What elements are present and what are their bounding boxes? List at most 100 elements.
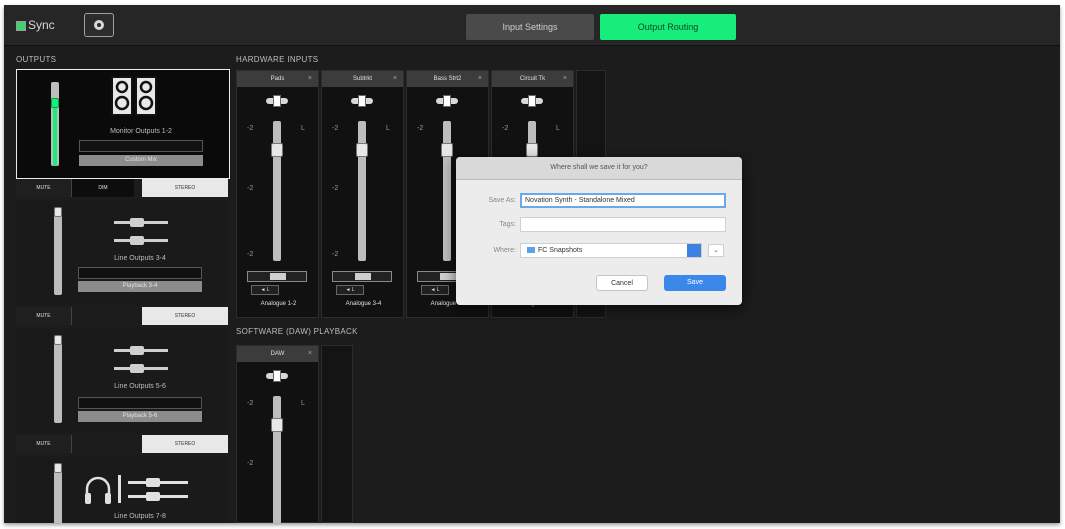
scale-label: -2	[332, 251, 339, 258]
close-icon[interactable]: ×	[393, 71, 397, 87]
tab-output-routing[interactable]: Output Routing	[600, 14, 736, 40]
channel-fader-track[interactable]	[443, 121, 451, 261]
channel-fader-track[interactable]	[273, 121, 281, 261]
pan-control[interactable]	[266, 95, 288, 107]
save-as-input[interactable]: Novation Synth - Standalone Mixed	[520, 193, 726, 208]
channel-mute-solo[interactable]	[247, 271, 307, 282]
output-fader-track[interactable]	[54, 339, 62, 423]
pan-knob[interactable]	[528, 95, 536, 107]
output-3-buttons: MUTE STEREO	[16, 435, 228, 453]
pan-control[interactable]	[266, 370, 288, 382]
gear-icon	[94, 20, 104, 30]
output-fader-knob[interactable]	[54, 207, 62, 217]
output-line-5-6[interactable]: Line Outputs 5-6 Playback 5-6	[16, 329, 228, 433]
sync-label: Sync	[28, 18, 55, 32]
input-channel-subtrkt[interactable]: Subtrkt × -2 L -2 -2 ◄ L Analogue 3-4	[321, 70, 404, 318]
app-window: Sync Input Settings Output Routing OUTPU…	[4, 5, 1060, 523]
channel-add-slot[interactable]	[321, 345, 353, 523]
output-fader-level	[53, 100, 57, 166]
mute-button[interactable]: MUTE	[16, 435, 72, 453]
output-destination-box[interactable]	[79, 140, 203, 152]
channel-name: Subtrkt	[352, 76, 372, 82]
channel-fader-track[interactable]	[273, 396, 281, 523]
output-line-7-8[interactable]: Line Outputs 7-8	[16, 457, 228, 523]
pan-knob[interactable]	[358, 95, 366, 107]
channel-fader-track[interactable]	[358, 121, 366, 261]
output-source-select[interactable]: Playback 3-4	[78, 281, 202, 292]
pan-knob[interactable]	[273, 370, 281, 382]
output-fader-track[interactable]	[54, 211, 62, 295]
mute-button[interactable]: MUTE	[16, 307, 72, 325]
tags-input[interactable]	[520, 217, 726, 232]
scale-label: L	[386, 125, 390, 132]
save-button[interactable]: Save	[664, 275, 726, 291]
pan-knob[interactable]	[443, 95, 451, 107]
output-name: Line Outputs 5-6	[114, 383, 166, 390]
channel-io-button[interactable]: ◄ L	[421, 285, 449, 295]
channel-name: Bass Strt2	[433, 76, 462, 82]
channel-fader-knob[interactable]	[526, 143, 538, 157]
output-1-buttons: MUTE DIM STEREO	[16, 179, 228, 197]
output-name: Line Outputs 3-4	[114, 255, 166, 262]
mute-button[interactable]: MUTE	[16, 179, 72, 197]
tab-input-settings[interactable]: Input Settings	[466, 14, 594, 40]
input-channel-pads[interactable]: Pads × -2 L -2 -2 ◄ L Analogue 1-2	[236, 70, 319, 318]
jack-cables-icon	[114, 218, 168, 245]
channel-mute-solo[interactable]	[332, 271, 392, 282]
channel-pair-label: Analogue 1-2	[260, 301, 297, 307]
save-snapshot-dialog: Where shall we save it for you? Save As:…	[456, 157, 742, 305]
scale-label: -2	[247, 185, 254, 192]
speakers-icon	[111, 76, 157, 116]
channel-fader-knob[interactable]	[271, 143, 283, 157]
output-line-3-4[interactable]: Line Outputs 3-4 Playback 3-4	[16, 201, 228, 305]
output-fader-track[interactable]	[54, 467, 62, 523]
channel-fader-knob[interactable]	[441, 143, 453, 157]
close-icon[interactable]: ×	[308, 346, 312, 362]
output-source-select[interactable]: Playback 5-6	[78, 411, 202, 422]
scale-label: L	[556, 125, 560, 132]
scale-label: L	[301, 400, 305, 407]
output-destination-box[interactable]	[78, 267, 202, 279]
settings-button[interactable]	[84, 13, 114, 37]
where-select-value: FC Snapshots	[538, 247, 583, 254]
output-fader-knob[interactable]	[54, 463, 62, 473]
sync-checkbox[interactable]	[16, 21, 26, 31]
channel-name: DAW	[270, 351, 285, 357]
output-source-select[interactable]: Custom Mix	[79, 155, 203, 166]
close-icon[interactable]: ×	[308, 71, 312, 87]
stereo-button[interactable]: STEREO	[142, 435, 228, 453]
dialog-title: Where shall we save it for you?	[456, 157, 742, 180]
where-select[interactable]: FC Snapshots	[520, 243, 702, 258]
pan-control[interactable]	[521, 95, 543, 107]
channel-fader-knob[interactable]	[356, 143, 368, 157]
pan-control[interactable]	[436, 95, 458, 107]
output-fader-knob[interactable]	[54, 335, 62, 345]
jack-cables-icon	[128, 478, 188, 501]
cancel-button[interactable]: Cancel	[596, 275, 648, 291]
channel-io-button[interactable]: ◄ L	[336, 285, 364, 295]
channel-header: Circuit Tk ×	[492, 71, 573, 87]
software-playback-label: SOFTWARE (DAW) PLAYBACK	[236, 327, 358, 336]
channel-header: Bass Strt2 ×	[407, 71, 488, 87]
scale-label: -2	[332, 125, 339, 132]
close-icon[interactable]: ×	[478, 71, 482, 87]
stereo-button[interactable]: STEREO	[142, 179, 228, 197]
chevron-down-icon[interactable]: ⌄	[708, 244, 724, 257]
where-label: Where:	[493, 247, 516, 254]
output-monitor-1-2[interactable]: Monitor Outputs 1-2 Custom Mix	[16, 69, 230, 179]
playback-channel-daw[interactable]: DAW × -2 L -2	[236, 345, 319, 523]
save-as-label: Save As:	[488, 197, 516, 204]
output-fader-knob[interactable]	[51, 98, 59, 108]
output-name: Monitor Outputs 1-2	[110, 128, 172, 135]
output-2-buttons: MUTE STEREO	[16, 307, 228, 325]
dim-button[interactable]: DIM	[72, 179, 134, 197]
channel-io-button[interactable]: ◄ L	[251, 285, 279, 295]
pan-control[interactable]	[351, 95, 373, 107]
channel-fader-knob[interactable]	[271, 418, 283, 432]
stereo-button[interactable]: STEREO	[142, 307, 228, 325]
output-destination-box[interactable]	[78, 397, 202, 409]
tags-label: Tags:	[499, 221, 516, 228]
pan-knob[interactable]	[273, 95, 281, 107]
scale-label: -2	[247, 125, 254, 132]
close-icon[interactable]: ×	[563, 71, 567, 87]
